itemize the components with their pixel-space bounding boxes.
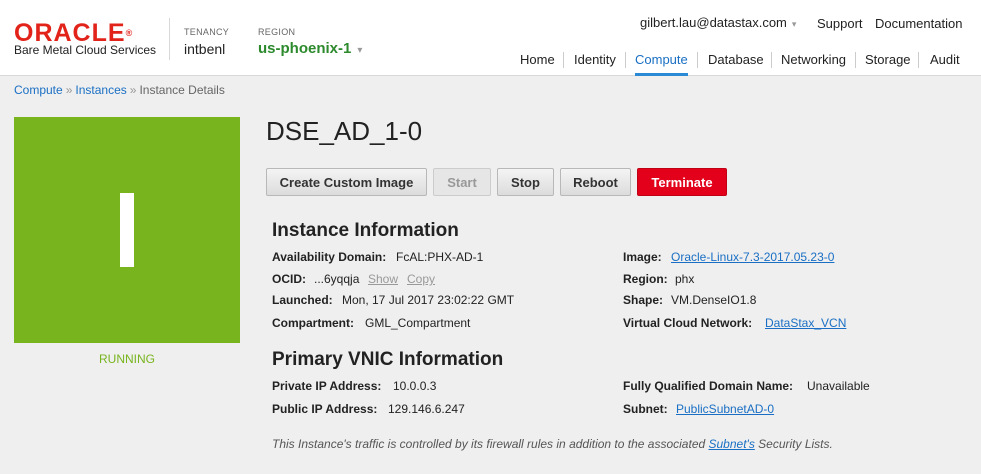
instance-information-heading: Instance Information (272, 220, 459, 241)
nav-separator (697, 52, 698, 68)
tenancy-value: intbenl (184, 41, 226, 57)
breadcrumb-separator: » (129, 83, 137, 97)
fqdn-value: Unavailable (807, 379, 870, 393)
public-ip-value: 129.146.6.247 (388, 402, 465, 416)
nav-networking[interactable]: Networking (781, 52, 846, 76)
nav-separator (563, 52, 564, 68)
vcn-label: Virtual Cloud Network: (623, 316, 753, 330)
private-ip-value: 10.0.0.3 (393, 379, 437, 393)
region-selector[interactable]: us-phoenix-1 ▾ (258, 40, 362, 57)
subnet-security-link[interactable]: Subnet's (709, 437, 755, 451)
nav-separator (855, 52, 856, 68)
header-divider (169, 18, 170, 60)
nav-separator (625, 52, 626, 68)
instance-icon (120, 193, 134, 267)
compartment-label: Compartment: (272, 316, 355, 330)
user-menu[interactable]: gilbert.lau@datastax.com ▾ (640, 15, 796, 30)
compartment-value: GML_Compartment (365, 316, 471, 330)
vnic-information-heading: Primary VNIC Information (272, 349, 504, 370)
breadcrumb: Compute» Instances» Instance Details (14, 83, 225, 97)
subnet-link[interactable]: PublicSubnetAD-0 (676, 402, 774, 416)
top-header: ORACLE® Bare Metal Cloud Services TENANC… (0, 0, 981, 76)
region-value: phx (675, 272, 695, 286)
availability-domain-value: FcAL:PHX-AD-1 (396, 250, 484, 264)
page-title: DSE_AD_1-0 (266, 116, 423, 146)
tenancy-caption: TENANCY (184, 27, 230, 37)
chevron-down-icon: ▾ (791, 19, 797, 29)
ocid-value: ...6yqqja (314, 272, 360, 286)
product-name: Bare Metal Cloud Services (14, 43, 157, 57)
subnet-label: Subnet: (623, 402, 668, 416)
breadcrumb-compute[interactable]: Compute (14, 83, 63, 97)
nav-audit[interactable]: Audit (930, 52, 960, 76)
breadcrumb-current: Instance Details (139, 83, 225, 97)
image-label: Image: (623, 250, 662, 264)
terminate-button[interactable]: Terminate (637, 168, 727, 196)
stop-button[interactable]: Stop (497, 168, 554, 196)
launched-label: Launched: (272, 293, 333, 307)
region-caption: REGION (258, 27, 296, 37)
create-custom-image-button[interactable]: Create Custom Image (266, 168, 427, 196)
documentation-link[interactable]: Documentation (875, 16, 962, 31)
ocid-show-link[interactable]: Show (368, 272, 398, 286)
ocid-copy-link[interactable]: Copy (407, 272, 435, 286)
nav-compute[interactable]: Compute (635, 52, 688, 76)
shape-value: VM.DenseIO1.8 (671, 293, 757, 307)
nav-separator (771, 52, 772, 68)
shape-label: Shape: (623, 293, 664, 307)
nav-database[interactable]: Database (708, 52, 764, 76)
instance-status-tile (14, 117, 240, 343)
vcn-link[interactable]: DataStax_VCN (765, 316, 846, 330)
breadcrumb-separator: » (65, 83, 73, 97)
reboot-button[interactable]: Reboot (560, 168, 631, 196)
status-label: RUNNING (99, 352, 155, 366)
private-ip-label: Private IP Address: (272, 379, 382, 393)
image-link[interactable]: Oracle-Linux-7.3-2017.05.23-0 (671, 250, 834, 264)
public-ip-label: Public IP Address: (272, 402, 378, 416)
nav-identity[interactable]: Identity (574, 52, 616, 76)
breadcrumb-instances[interactable]: Instances (75, 83, 126, 97)
launched-value: Mon, 17 Jul 2017 23:02:22 GMT (342, 293, 515, 307)
firewall-note: This Instance's traffic is controlled by… (272, 437, 833, 451)
chevron-down-icon: ▾ (357, 45, 363, 56)
nav-home[interactable]: Home (520, 52, 555, 76)
nav-storage[interactable]: Storage (865, 52, 911, 76)
ocid-label: OCID: (272, 272, 306, 286)
region-label: Region: (623, 272, 668, 286)
fqdn-label: Fully Qualified Domain Name: (623, 379, 794, 393)
availability-domain-label: Availability Domain: (272, 250, 387, 264)
support-link[interactable]: Support (817, 16, 863, 31)
start-button[interactable]: Start (433, 168, 491, 196)
nav-separator (918, 52, 919, 68)
